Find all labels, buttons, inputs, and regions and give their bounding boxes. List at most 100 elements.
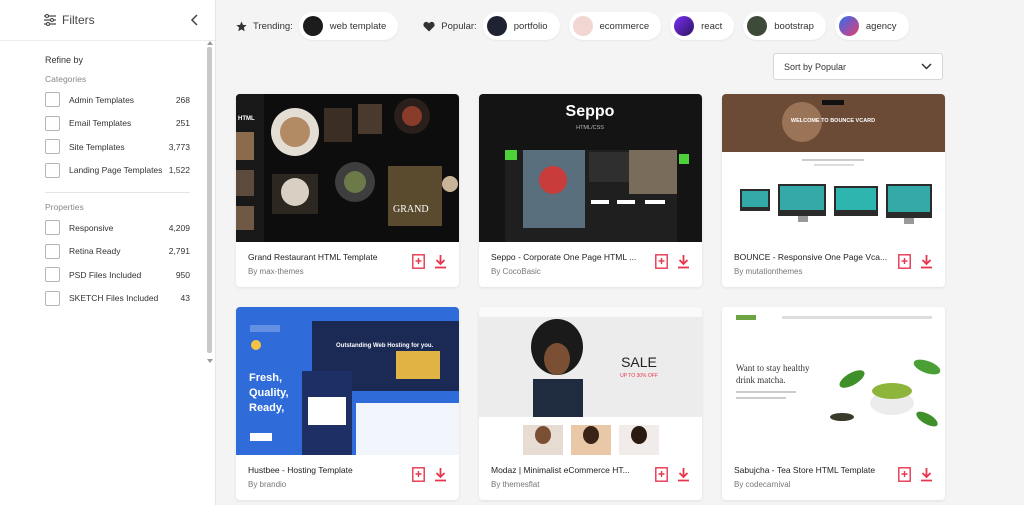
bookmark-add-icon[interactable] (898, 467, 911, 482)
template-author[interactable]: By mutationthemes (734, 267, 894, 276)
checkbox[interactable] (45, 92, 60, 108)
portfolio-avatar-icon (486, 16, 507, 36)
filter-label: Admin Templates (69, 94, 135, 105)
template-thumbnail[interactable]: SALE UP TO 30% OFF (479, 307, 702, 455)
heart-icon (423, 21, 435, 31)
bookmark-add-icon[interactable] (412, 467, 425, 482)
tag-label: portfolio (513, 20, 548, 32)
bookmark-add-icon[interactable] (655, 254, 668, 269)
tag-web-template[interactable]: web template (298, 12, 399, 40)
collapse-chevron-icon[interactable] (190, 13, 200, 27)
template-thumbnail[interactable]: Want to stay healthy drink matcha. (722, 307, 945, 455)
sort-dropdown[interactable]: Sort by Popular (773, 53, 943, 80)
filter-email-templates[interactable]: Email Templates 251 (45, 112, 190, 136)
scroll-down-arrow-icon[interactable] (207, 359, 213, 363)
divider (45, 192, 190, 193)
tag-label: bootstrap (774, 20, 814, 32)
download-icon[interactable] (920, 254, 933, 269)
filter-sliders-icon (44, 14, 56, 26)
tag-label: web template (329, 20, 387, 32)
categories-heading: Categories (45, 74, 87, 84)
tag-portfolio[interactable]: portfolio (482, 12, 560, 40)
template-title[interactable]: Hustbee - Hosting Template (248, 465, 408, 475)
filter-count: 43 (180, 293, 190, 304)
checkbox[interactable] (45, 243, 60, 259)
filter-responsive[interactable]: Responsive 4,209 (45, 216, 190, 240)
filter-admin-templates[interactable]: Admin Templates 268 (45, 88, 190, 112)
filter-landing-page-templates[interactable]: Landing Page Templates 1,522 (45, 159, 190, 183)
template-card[interactable]: HTML GRAND Grand Restaurant HTML Templat… (236, 94, 459, 287)
filter-count: 268 (175, 94, 190, 105)
filter-psd-files[interactable]: PSD Files Included 950 (45, 263, 190, 287)
template-author[interactable]: By brandio (248, 480, 408, 489)
template-card[interactable]: WELCOME TO BOUNCE VCARD BOUNCE - Respons… (722, 94, 945, 287)
thumb-subtitle-text: HTML/CSS (576, 125, 604, 131)
filter-label: Responsive (69, 222, 114, 233)
tag-label: react (701, 20, 723, 32)
filter-sketch-files[interactable]: SKETCH Files Included 43 (45, 287, 190, 311)
thumb-sale-text: SALE (621, 354, 657, 370)
template-title[interactable]: Seppo - Corporate One Page HTML ... (491, 252, 651, 262)
scroll-up-arrow-icon[interactable] (207, 41, 213, 45)
template-thumbnail[interactable]: HTML GRAND (236, 94, 459, 242)
thumb-banner-text: WELCOME TO BOUNCE VCARD (791, 118, 875, 124)
trending-text: Trending: (253, 20, 293, 32)
filter-retina-ready[interactable]: Retina Ready 2,791 (45, 240, 190, 264)
filter-label: Retina Ready (69, 246, 121, 257)
trending-label: Trending: (236, 21, 293, 32)
tag-bootstrap[interactable]: bootstrap (743, 12, 826, 40)
tag-label: ecommerce (599, 20, 650, 32)
tag-ecommerce[interactable]: ecommerce (568, 12, 662, 40)
filter-label: PSD Files Included (69, 269, 142, 280)
bookmark-add-icon[interactable] (412, 254, 425, 269)
template-thumbnail[interactable]: Fresh, Quality, Ready, Outstanding Web Hos… (236, 307, 459, 455)
scroll-thumb[interactable] (207, 47, 212, 353)
download-icon[interactable] (434, 467, 447, 482)
template-title[interactable]: BOUNCE - Responsive One Page Vca... (734, 252, 894, 262)
template-title[interactable]: Modaz | Minimalist eCommerce HT... (491, 465, 651, 475)
tag-label: agency (865, 20, 897, 32)
checkbox[interactable] (45, 162, 60, 178)
sidebar-scrollbar[interactable] (206, 41, 213, 363)
checkbox[interactable] (45, 220, 60, 236)
template-title[interactable]: Sabujcha - Tea Store HTML Template (734, 465, 894, 475)
thumb-brand-text: GRAND (393, 204, 429, 215)
template-card[interactable]: SALE UP TO 30% OFF Modaz | Minimalist eC… (479, 307, 702, 500)
template-thumbnail[interactable]: Seppo HTML/CSS (479, 94, 702, 242)
filter-label: Landing Page Templates (69, 165, 163, 176)
template-thumbnail[interactable]: WELCOME TO BOUNCE VCARD (722, 94, 945, 242)
filter-count: 950 (175, 269, 190, 280)
checkbox[interactable] (45, 290, 60, 306)
bootstrap-avatar-icon (747, 16, 768, 36)
download-icon[interactable] (434, 254, 447, 269)
template-card[interactable]: Want to stay healthy drink matcha. Sabujc… (722, 307, 945, 500)
thumb-html-label: HTML (238, 116, 255, 122)
download-icon[interactable] (920, 467, 933, 482)
bookmark-add-icon[interactable] (898, 254, 911, 269)
filter-label: Site Templates (69, 141, 125, 152)
checkbox[interactable] (45, 115, 60, 131)
filter-label: SKETCH Files Included (69, 293, 159, 304)
bookmark-add-icon[interactable] (655, 467, 668, 482)
download-icon[interactable] (677, 254, 690, 269)
agency-avatar-icon (838, 16, 859, 36)
html-avatar-icon (302, 16, 323, 36)
tag-agency[interactable]: agency (834, 12, 909, 40)
popular-text: Popular: (441, 20, 477, 32)
checkbox[interactable] (45, 267, 60, 283)
template-author[interactable]: By themesflat (491, 480, 651, 489)
template-card[interactable]: Fresh, Quality, Ready, Outstanding Web Hos… (236, 307, 459, 500)
thumb-offer-text: UP TO 30% OFF (620, 373, 658, 379)
template-title[interactable]: Grand Restaurant HTML Template (248, 252, 408, 262)
popular-label: Popular: (423, 20, 477, 32)
download-icon[interactable] (677, 467, 690, 482)
tag-react[interactable]: react (670, 12, 735, 40)
template-author[interactable]: By CocoBasic (491, 267, 651, 276)
react-avatar-icon (674, 16, 695, 36)
checkbox[interactable] (45, 139, 60, 155)
filter-site-templates[interactable]: Site Templates 3,773 (45, 135, 190, 159)
filter-count: 2,791 (168, 246, 190, 257)
template-author[interactable]: By codecarnival (734, 480, 894, 489)
template-author[interactable]: By max-themes (248, 267, 408, 276)
template-card[interactable]: Seppo HTML/CSS Seppo - Corporate One Pag… (479, 94, 702, 287)
